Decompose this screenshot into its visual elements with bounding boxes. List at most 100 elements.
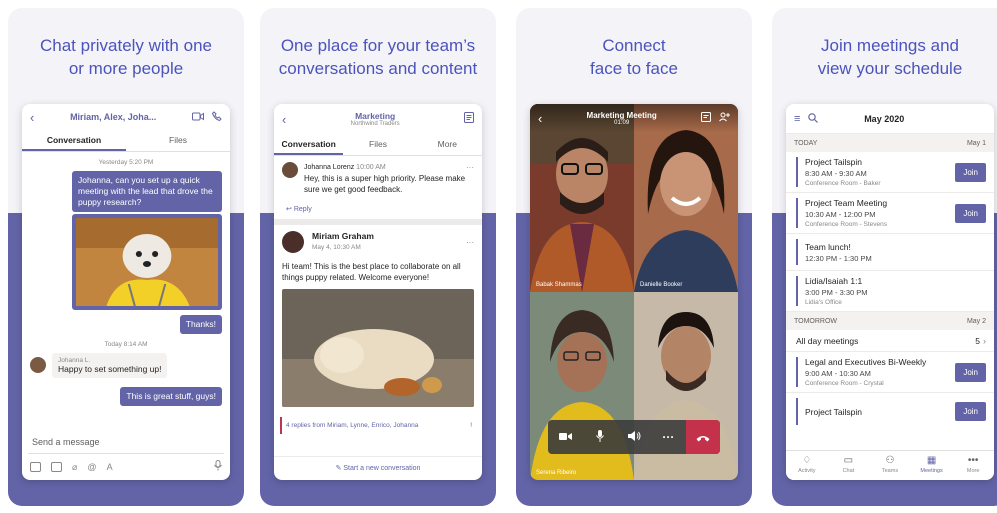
meeting-accent <box>796 157 798 187</box>
format-icon[interactable]: A <box>107 462 113 472</box>
more-icon: ••• <box>967 455 979 466</box>
video-tile-2[interactable]: Danielle Booker <box>634 104 738 292</box>
message-bubble-great[interactable]: This is great stuff, guys! <box>120 387 222 406</box>
participant-name: Babak Shammas <box>536 282 582 288</box>
tab-more[interactable]: More <box>413 134 482 155</box>
meeting-item[interactable]: Lidia/Isaiah 1:1 3:00 PM - 3:30 PM Lidia… <box>786 271 994 312</box>
meeting-item[interactable]: Team lunch! 12:30 PM - 1:30 PM <box>786 234 994 271</box>
promo-card-channel: One place for your team’s conversations … <box>260 8 496 506</box>
card-headline: One place for your team’s conversations … <box>268 34 488 80</box>
post-text: Hey, this is a super high priority. Plea… <box>304 174 466 194</box>
call-header: ‹ Marketing Meeting 01:09 <box>530 104 738 132</box>
call-title: Marketing Meeting <box>586 110 657 120</box>
dog-photo[interactable] <box>72 214 222 310</box>
menu-icon[interactable]: ≡ <box>794 113 800 125</box>
message-bubble[interactable]: Johanna, can you set up a quick meeting … <box>72 171 222 212</box>
join-button[interactable]: Join <box>955 402 986 421</box>
post-miriam[interactable]: Miriam Graham May 4, 10:30 AM ··· Hi tea… <box>274 225 482 413</box>
tab-conversation[interactable]: Conversation <box>22 130 126 151</box>
chat-title[interactable]: Miriam, Alex, Joha... <box>34 112 192 122</box>
reply-button[interactable]: ↩ Reply <box>274 201 482 225</box>
avatar[interactable] <box>30 357 46 373</box>
tab-meetings[interactable]: ▦ Meetings <box>911 451 953 480</box>
join-button[interactable]: Join <box>955 162 986 182</box>
message-bubble-thanks[interactable]: Thanks! <box>179 315 222 334</box>
teams-icon: ⚇ <box>885 455 895 466</box>
tab-teams[interactable]: ⚇ Teams <box>869 451 911 480</box>
chat-header: ‹ Miriam, Alex, Joha... <box>22 104 230 130</box>
call-controls: ··· <box>548 420 721 454</box>
bell-icon: ♢ <box>802 455 812 466</box>
more-options-icon[interactable]: ··· <box>466 162 474 195</box>
section-date: May 2 <box>966 317 986 325</box>
more-options-icon[interactable]: ··· <box>651 430 685 444</box>
section-today: TODAY May 1 <box>786 134 994 152</box>
incoming-message: Johanna L. Happy to set something up! <box>22 353 230 378</box>
attach-icon[interactable]: ⌀ <box>72 462 77 473</box>
channel-subtitle: Northwind Traders <box>350 121 400 127</box>
meeting-time: 10:30 AM - 12:00 PM <box>805 210 876 219</box>
meeting-item[interactable]: Legal and Executives Bi-Weekly 9:00 AM -… <box>786 352 994 393</box>
image-icon[interactable] <box>30 462 41 472</box>
message-input[interactable]: Send a message <box>28 430 224 454</box>
phone-channel: ‹ Marketing Northwind Traders Conversati… <box>274 104 482 480</box>
reply-icon: ↩ <box>286 206 292 213</box>
mention-icon[interactable]: @ <box>87 462 96 472</box>
meeting-accent <box>796 357 798 387</box>
incoming-text: Happy to set something up! <box>58 364 162 374</box>
gif-icon[interactable] <box>51 462 62 472</box>
meeting-item[interactable]: Project Tailspin 8:30 AM - 9:30 AM Confe… <box>786 152 994 193</box>
timestamp-yesterday: Yesterday 5:20 PM <box>98 159 154 166</box>
more-options-icon[interactable]: ··· <box>466 237 474 248</box>
meeting-item[interactable]: Project Team Meeting 10:30 AM - 12:00 PM… <box>786 193 994 234</box>
chat-icon[interactable] <box>701 109 711 127</box>
tab-activity[interactable]: ♢ Activity <box>786 451 828 480</box>
new-conversation-label: Start a new conversation <box>343 465 421 472</box>
avatar[interactable] <box>282 162 298 178</box>
search-icon[interactable] <box>808 110 819 128</box>
headline-line-2: conversations and content <box>278 59 478 78</box>
headline-line-2: view your schedule <box>817 59 963 78</box>
meeting-item[interactable]: Project Tailspin Join <box>786 393 994 430</box>
participant-name: Danielle Booker <box>640 282 683 288</box>
sleeping-dog-photo[interactable] <box>282 289 474 407</box>
replies-summary[interactable]: 4 replies from Miriam, Lynne, Enrico, Jo… <box>280 417 476 434</box>
headline-line-1: Connect <box>602 36 666 55</box>
meeting-notes-icon[interactable] <box>464 110 474 128</box>
join-button[interactable]: Join <box>955 203 986 223</box>
message-group-outgoing: Johanna, can you set up a quick meeting … <box>22 171 230 334</box>
avatar[interactable] <box>282 231 304 253</box>
microphone-icon[interactable] <box>582 429 616 445</box>
meeting-time: 12:30 PM - 1:30 PM <box>805 253 872 263</box>
new-conversation-button[interactable]: ✎ Start a new conversation <box>274 456 482 480</box>
section-date: May 1 <box>966 139 986 147</box>
month-title[interactable]: May 2020 <box>818 114 950 124</box>
phone-call-icon[interactable] <box>211 111 222 123</box>
all-day-meetings-row[interactable]: All day meetings 5 › <box>786 330 994 352</box>
promo-card-call: Connect face to face Babak Shammas Danie… <box>516 8 752 506</box>
speaker-icon[interactable] <box>617 430 651 444</box>
tab-files[interactable]: Files <box>126 130 230 151</box>
bottom-tab-bar: ♢ Activity ▭ Chat ⚇ Teams ▦ Meetings ••• More <box>786 450 994 480</box>
add-participant-icon[interactable] <box>719 109 730 127</box>
video-tile-1[interactable]: Babak Shammas <box>530 104 634 292</box>
meeting-accent <box>796 198 798 228</box>
incoming-bubble[interactable]: Johanna L. Happy to set something up! <box>52 353 168 378</box>
join-button[interactable]: Join <box>955 362 986 382</box>
phone-call: Babak Shammas Danielle Booker Serena Rib… <box>530 104 738 480</box>
tab-conversations[interactable]: Conversation <box>274 134 344 155</box>
video-call-icon[interactable] <box>192 112 204 123</box>
microphone-icon[interactable] <box>214 458 222 476</box>
tab-more[interactable]: ••• More <box>952 451 994 480</box>
tab-chat[interactable]: ▭ Chat <box>828 451 870 480</box>
sender-name: Johanna L. <box>58 357 91 364</box>
camera-icon[interactable] <box>548 430 582 444</box>
meeting-room: Conference Room - Stevens <box>805 221 888 228</box>
channel-title[interactable]: Marketing <box>286 111 464 121</box>
hang-up-button[interactable] <box>685 420 721 454</box>
headline-line-1: One place for your team’s <box>280 36 476 55</box>
meeting-accent <box>796 276 798 306</box>
tab-files[interactable]: Files <box>343 134 412 155</box>
post-johanna[interactable]: Johanna Lorenz 10:00 AM Hey, this is a s… <box>274 156 482 201</box>
section-label: TODAY <box>794 139 818 147</box>
